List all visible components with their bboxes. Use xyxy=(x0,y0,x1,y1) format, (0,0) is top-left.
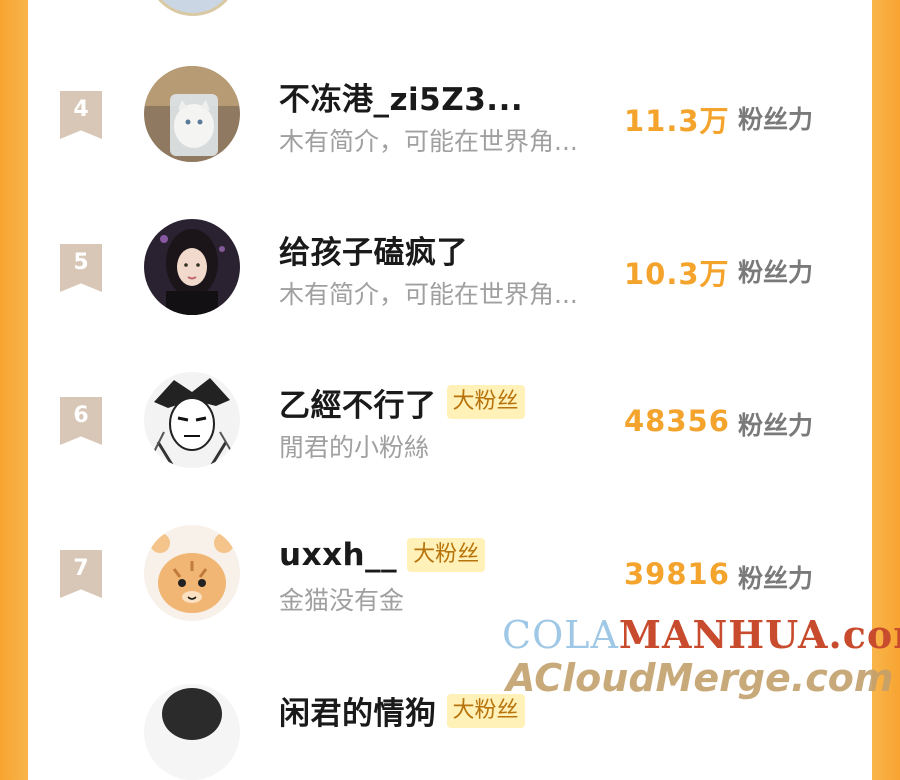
username[interactable]: 乙經不行了 xyxy=(279,380,437,425)
fan-power-score: 10.3万 xyxy=(624,257,730,291)
fan-power-label: 粉丝力 xyxy=(738,411,814,440)
rank-ribbon: 5 xyxy=(60,244,102,292)
ranking-row-5[interactable]: 5 给孩子磕疯了 木有简介，可能在世界角... 10.3万 粉丝力 xyxy=(0,211,900,321)
rank-ribbon: 6 xyxy=(60,397,102,445)
username[interactable]: 闲君的情狗 xyxy=(279,688,437,733)
watermark-cola: COLA xyxy=(502,613,619,657)
cat-in-glass-avatar[interactable] xyxy=(144,66,240,162)
user-bio: 閒君的小粉絲 xyxy=(279,433,430,462)
username[interactable]: 不冻港_zi5Z3... xyxy=(279,74,523,119)
fan-power-label: 粉丝力 xyxy=(738,258,814,287)
rank-ribbon: 7 xyxy=(60,550,102,598)
fan-power-score: 11.3万 xyxy=(624,104,730,138)
fan-power-score: 48356 xyxy=(624,404,730,438)
watermark-line-2: ACloudMerge.com xyxy=(506,656,894,700)
user-bio: 木有简介，可能在世界角... xyxy=(279,280,578,309)
next-user-avatar[interactable] xyxy=(144,684,240,780)
watermark-manhua: MANHUA.com xyxy=(618,612,900,657)
girl-portrait-avatar[interactable] xyxy=(144,219,240,315)
user-bio: 木有简介，可能在世界角... xyxy=(279,127,578,156)
ranking-row-6[interactable]: 6 乙經不行了 大粉丝 閒君的小粉絲 48356 粉丝力 xyxy=(0,364,900,474)
watermark-line-1: COLAMANHUA.com xyxy=(502,612,900,657)
ranking-row-7[interactable]: 7 uxxh__ 大粉丝 金猫没有金 39816 粉丝力 xyxy=(0,517,900,627)
fan-power-score: 39816 xyxy=(624,557,730,591)
ranking-row-4[interactable]: 4 不冻港_zi5Z3... 木有简介，可能在世界角... 11.3万 粉丝力 xyxy=(0,58,900,168)
site-watermark: COLAMANHUA.com ACloudMerge.com xyxy=(502,612,900,702)
rank-ribbon: 4 xyxy=(60,91,102,139)
username[interactable]: uxxh__ xyxy=(279,537,397,573)
big-fan-badge: 大粉丝 xyxy=(446,385,525,419)
username[interactable]: 给孩子磕疯了 xyxy=(279,227,468,272)
big-fan-badge: 大粉丝 xyxy=(407,538,486,572)
tiger-cartoon-avatar[interactable] xyxy=(144,525,240,621)
fan-power-label: 粉丝力 xyxy=(738,564,814,593)
fan-power-label: 粉丝力 xyxy=(738,105,814,134)
manga-character-avatar[interactable] xyxy=(144,372,240,468)
user-bio: 金猫没有金 xyxy=(279,586,405,615)
